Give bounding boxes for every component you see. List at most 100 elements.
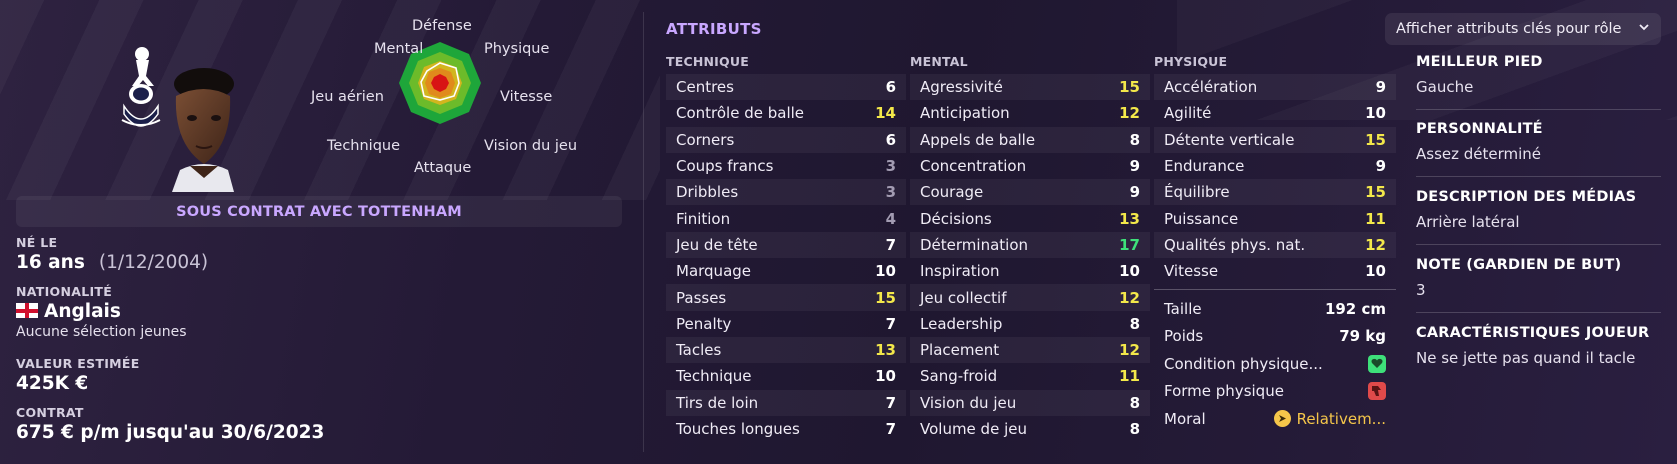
radar-label-vitesse: Vitesse — [500, 89, 553, 105]
attribute-name: Placement — [920, 341, 1000, 360]
personality-value[interactable]: Assez déterminé — [1416, 145, 1661, 163]
details-separator — [1416, 176, 1661, 177]
attribute-value: 12 — [1365, 235, 1386, 254]
attribute-row[interactable]: Anticipation 12 — [910, 100, 1150, 126]
best-foot-section: MEILLEUR PIED Gauche — [1416, 54, 1661, 96]
attribute-row[interactable]: Décisions 13 — [910, 205, 1150, 231]
attribute-name: Vitesse — [1164, 262, 1219, 281]
panel-divider — [643, 12, 644, 452]
attribute-name: Tacles — [676, 341, 722, 360]
attribute-name: Contrôle de balle — [676, 104, 805, 123]
condition-row[interactable]: Condition physique... — [1154, 350, 1396, 378]
attribute-name: Inspiration — [920, 262, 1000, 281]
attribute-value: 7 — [885, 420, 896, 438]
details-separator — [1416, 109, 1661, 110]
attribute-row[interactable]: Tacles 13 — [666, 336, 906, 364]
attribute-row[interactable]: Touches longues 7 — [666, 416, 906, 442]
attribute-row[interactable]: Détente verticale 15 — [1154, 126, 1396, 153]
attribute-radar: Défense Physique Vitesse Vision du jeu A… — [311, 16, 610, 192]
morale-text: Relativem... — [1296, 409, 1386, 428]
weight-label: Poids — [1164, 327, 1204, 346]
nationality-value[interactable]: Anglais — [16, 301, 187, 322]
attribute-row[interactable]: Vitesse 10 — [1154, 258, 1396, 284]
gk-rating-label: NOTE (GARDIEN DE BUT) — [1416, 257, 1622, 273]
attribute-row[interactable]: Vision du jeu 8 — [910, 389, 1150, 416]
player-profile-panel: Défense Physique Vitesse Vision du jeu A… — [0, 0, 640, 464]
attribute-row[interactable]: Équilibre 15 — [1154, 179, 1396, 206]
attribute-name: Leadership — [920, 314, 1003, 333]
attribute-name: Accélération — [1164, 78, 1258, 97]
condition-label: Condition physique... — [1164, 354, 1323, 373]
chevron-down-icon — [1639, 24, 1649, 31]
attribute-row[interactable]: Agressivité 15 — [910, 74, 1150, 101]
attribute-row[interactable]: Tirs de loin 7 — [666, 389, 906, 416]
morale-value: Relativem... — [1273, 409, 1386, 428]
form-label: Forme physique — [1164, 382, 1284, 401]
attribute-row[interactable]: Penalty 7 — [666, 311, 906, 337]
attribute-row[interactable]: Contrôle de balle 14 — [666, 100, 906, 126]
value-label: VALEUR ESTIMÉE — [16, 356, 140, 371]
attribute-name: Anticipation — [920, 104, 1010, 123]
attribute-name: Vision du jeu — [920, 393, 1017, 412]
attribute-row[interactable]: Puissance 11 — [1154, 205, 1396, 231]
contract-value: 675 € p/m jusqu'au 30/6/2023 — [16, 422, 325, 443]
attribute-row[interactable]: Endurance 9 — [1154, 153, 1396, 179]
attribute-row[interactable]: Inspiration 10 — [910, 258, 1150, 284]
attribute-row[interactable]: Finition 4 — [666, 205, 906, 231]
attribute-row[interactable]: Détermination 17 — [910, 231, 1150, 259]
attribute-row[interactable]: Technique 10 — [666, 363, 906, 389]
attribute-row[interactable]: Centres 6 — [666, 74, 906, 101]
attribute-name: Coups francs — [676, 157, 774, 176]
technique-list: Centres 6 Contrôle de balle 14 Corners 6 Coups… — [666, 74, 906, 442]
attribute-row[interactable]: Passes 15 — [666, 284, 906, 311]
attribute-name: Appels de balle — [920, 130, 1036, 149]
gk-rating-section: NOTE (GARDIEN DE BUT) 3 — [1416, 257, 1661, 299]
radar-label-jeu-aerien: Jeu aérien — [311, 89, 384, 105]
thumbs-down-icon — [1368, 382, 1386, 401]
form-row[interactable]: Forme physique — [1154, 378, 1396, 406]
attribute-row[interactable]: Agilité 10 — [1154, 100, 1396, 126]
attribute-value: 9 — [1375, 157, 1386, 176]
attribute-row[interactable]: Coups francs 3 — [666, 153, 906, 179]
attribute-row[interactable]: Dribbles 3 — [666, 179, 906, 206]
contract-section: CONTRAT 675 € p/m jusqu'au 30/6/2023 — [16, 405, 324, 443]
born-section: NÉ LE 16 ans (1/12/2004) — [16, 235, 208, 273]
attribute-row[interactable]: Jeu de tête 7 — [666, 231, 906, 259]
attribute-row[interactable]: Accélération 9 — [1154, 74, 1396, 101]
attribute-row[interactable]: Jeu collectif 12 — [910, 284, 1150, 311]
attribute-row[interactable]: Volume de jeu 8 — [910, 416, 1150, 442]
attribute-row[interactable]: Corners 6 — [666, 126, 906, 153]
contract-banner: SOUS CONTRAT AVEC TOTTENHAM — [16, 196, 622, 227]
nationality-section: NATIONALITÉ Anglais Aucune sélection jeu… — [16, 284, 187, 340]
mental-list: Agressivité 15 Anticipation 12 Appels de bal… — [910, 74, 1150, 442]
media-label: DESCRIPTION DES MÉDIAS — [1416, 189, 1637, 205]
trait-item[interactable]: Ne se jette pas quand il tacle — [1416, 349, 1661, 367]
attribute-value: 10 — [875, 262, 896, 281]
attribute-row[interactable]: Marquage 10 — [666, 258, 906, 284]
attribute-value: 10 — [1119, 262, 1140, 281]
attribute-row[interactable]: Placement 12 — [910, 336, 1150, 364]
media-value[interactable]: Arrière latéral — [1416, 213, 1661, 231]
physique-list: Accélération 9 Agilité 10 Détente verticale 1… — [1154, 74, 1396, 284]
attribute-name: Qualités phys. nat. — [1164, 235, 1306, 254]
show-role-attributes-button[interactable]: Afficher attributs clés pour rôle — [1385, 13, 1661, 45]
morale-row[interactable]: Moral Relativem... — [1154, 405, 1396, 433]
attribute-value: 10 — [875, 367, 896, 386]
personality-label: PERSONNALITÉ — [1416, 121, 1543, 137]
attribute-name: Marquage — [676, 262, 752, 281]
attribute-value: 15 — [875, 288, 896, 307]
attribute-name: Agressivité — [920, 78, 1003, 97]
attribute-row[interactable]: Courage 9 — [910, 179, 1150, 206]
attribute-value: 13 — [1119, 209, 1140, 228]
nationality-label: NATIONALITÉ — [16, 284, 113, 299]
attribute-value: 4 — [885, 209, 896, 228]
best-foot-label: MEILLEUR PIED — [1416, 54, 1543, 70]
attribute-row[interactable]: Sang-froid 11 — [910, 363, 1150, 389]
attribute-row[interactable]: Qualités phys. nat. 12 — [1154, 231, 1396, 259]
attribute-value: 15 — [1119, 78, 1140, 97]
attribute-row[interactable]: Appels de balle 8 — [910, 126, 1150, 153]
attribute-row[interactable]: Concentration 9 — [910, 153, 1150, 179]
attribute-value: 12 — [1119, 341, 1140, 360]
attribute-row[interactable]: Leadership 8 — [910, 311, 1150, 337]
born-label: NÉ LE — [16, 235, 58, 250]
